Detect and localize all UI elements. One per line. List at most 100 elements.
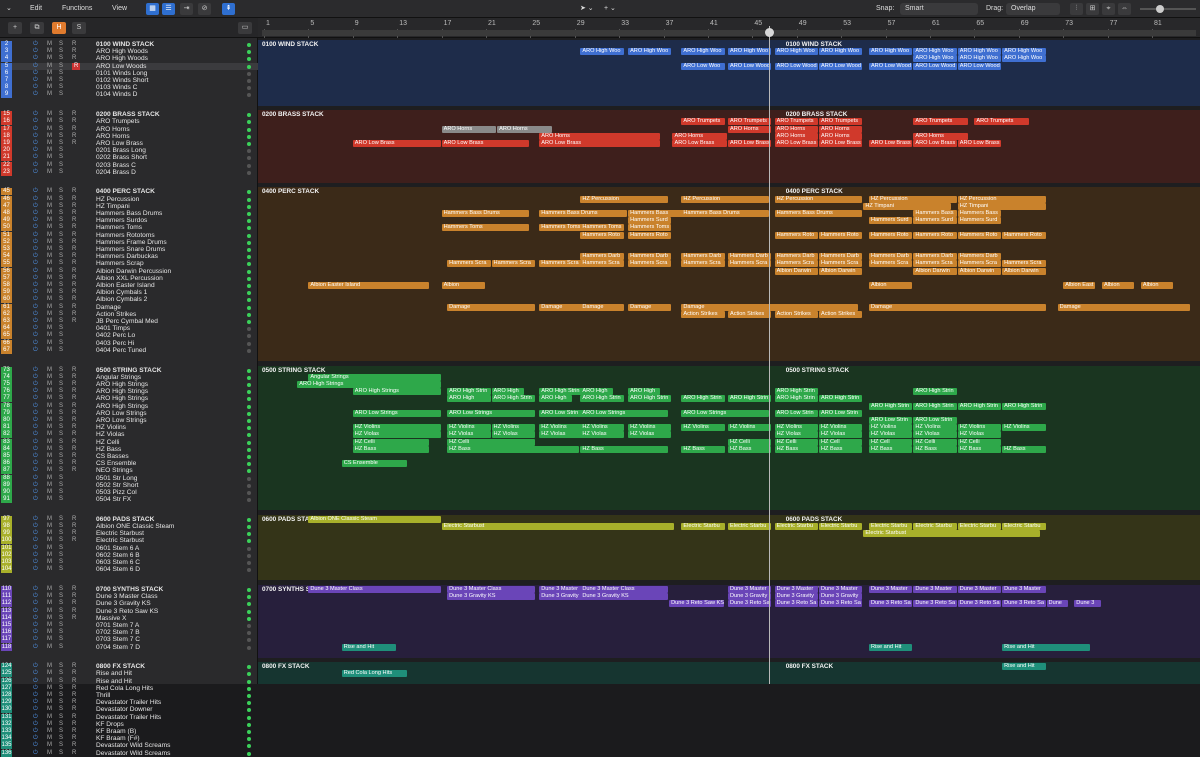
region[interactable]: ARO Trumpets — [681, 118, 725, 126]
region[interactable]: ARO Low Strings — [447, 409, 535, 417]
region[interactable]: Dune 3 Master — [957, 585, 1002, 593]
track-row[interactable]: 81 ⏻ M S R HZ Violins — [0, 424, 258, 432]
track-row[interactable]: 87 ⏻ M S R NEO Strings — [0, 467, 258, 475]
track-row[interactable]: 50 ⏻ M S R Hammers Toms — [0, 224, 258, 232]
region[interactable]: ARO Low Strings — [352, 409, 441, 417]
record-button[interactable]: R — [72, 692, 76, 699]
solo-button[interactable]: S — [59, 750, 63, 757]
power-icon[interactable]: ⏻ — [33, 742, 38, 749]
power-icon[interactable]: ⏻ — [33, 417, 38, 424]
track-row[interactable]: 23 ⏻ M S 0204 Brass D — [0, 168, 258, 176]
track-row[interactable]: 66 ⏻ M S 0403 Perc Hi — [0, 339, 258, 347]
region[interactable]: ARO High Woo — [727, 48, 772, 56]
list-view-icon[interactable]: ☰ — [162, 3, 175, 15]
region[interactable]: ARO High Strings — [297, 380, 441, 388]
track-row[interactable]: 135 ⏻ M S R Devastator Wild Screams — [0, 742, 258, 750]
region[interactable]: Hammers Toms — [441, 224, 530, 232]
power-icon[interactable]: ⏻ — [33, 311, 38, 318]
mute-button[interactable]: M — [47, 410, 52, 417]
power-icon[interactable]: ⏻ — [33, 523, 38, 530]
region[interactable]: Hammers Roto — [580, 231, 624, 239]
mute-button[interactable]: M — [47, 41, 52, 48]
power-icon[interactable]: ⏻ — [33, 381, 38, 388]
region[interactable]: HZ Violins — [1002, 424, 1046, 432]
track-row[interactable]: 130 ⏻ M S R Devastator Downer — [0, 706, 258, 714]
region[interactable]: Electric Starbu — [1002, 523, 1046, 530]
record-button[interactable]: R — [72, 431, 76, 438]
mute-button[interactable]: M — [47, 636, 52, 643]
flex-tool-icon[interactable]: ⇥ — [180, 3, 193, 15]
solo-button[interactable]: S — [59, 169, 63, 176]
solo-button[interactable]: S — [59, 482, 63, 489]
record-button[interactable]: R — [72, 260, 76, 267]
track-row[interactable]: 112 ⏻ M S R Dune 3 Gravity KS — [0, 600, 258, 608]
solo-button[interactable]: S — [59, 203, 63, 210]
solo-button[interactable]: S — [59, 446, 63, 453]
region[interactable]: HZ Violins — [352, 424, 441, 432]
zoom-slider[interactable] — [1140, 8, 1196, 10]
record-button[interactable]: R — [72, 586, 76, 593]
region[interactable]: Dune 3 Reto Sa — [913, 600, 957, 608]
region[interactable]: ARO High Strin — [491, 395, 535, 403]
track-row[interactable]: 2 ⏻ M S R 0100 WIND STACK — [0, 41, 258, 48]
track-row[interactable]: 79 ⏻ M S R ARO Low Strings — [0, 409, 258, 417]
region[interactable]: HZ Violins — [957, 424, 1002, 432]
split-view-icon[interactable]: ⇔ — [1118, 3, 1131, 15]
track-row[interactable]: 53 ⏻ M S R Hammers Snare Drums — [0, 246, 258, 253]
region[interactable]: Dune 3 Gravity — [774, 593, 818, 601]
solo-button[interactable]: S — [59, 735, 63, 742]
track-row[interactable]: 89 ⏻ M S 0502 Str Short — [0, 481, 258, 489]
record-button[interactable]: R — [72, 48, 76, 55]
track-row[interactable]: 115 ⏻ M S 0701 Stem 7 A — [0, 621, 258, 629]
solo-button[interactable]: S — [59, 318, 63, 325]
region[interactable]: Albion ONE Classic Steam — [308, 515, 441, 523]
solo-button[interactable]: S — [59, 559, 63, 566]
region[interactable]: ARO Trumpets — [974, 118, 1029, 126]
region[interactable]: Albion Darwin — [1002, 267, 1046, 275]
region[interactable]: Albion — [1140, 282, 1174, 289]
solo-button[interactable]: S — [59, 70, 63, 77]
track-row[interactable]: 110 ⏻ M S R 0700 SYNTHS STACK — [0, 585, 258, 593]
track-row[interactable]: 84 ⏻ M S R HZ Bass — [0, 445, 258, 453]
region[interactable]: HZ Violins — [774, 424, 818, 432]
region[interactable]: ARO High Strin — [913, 388, 957, 396]
track-row[interactable]: 57 ⏻ M S R Albion XXL Percussion — [0, 274, 258, 282]
region[interactable]: ARO Low Brass — [957, 139, 1002, 147]
region[interactable]: Hammers Darb — [957, 253, 1002, 261]
record-button[interactable]: R — [72, 62, 81, 70]
global-solo-button[interactable]: S — [72, 22, 86, 34]
mute-button[interactable]: M — [47, 600, 52, 607]
record-button[interactable]: R — [72, 395, 76, 402]
region[interactable]: Hammers Bass Drums — [774, 210, 863, 217]
region[interactable]: ARO High — [447, 395, 491, 403]
mute-button[interactable]: M — [47, 750, 52, 757]
region[interactable]: HZ Violas — [868, 431, 913, 439]
region[interactable]: Action Strikes — [681, 310, 725, 318]
mute-button[interactable]: M — [47, 268, 52, 275]
region[interactable]: Dune 3 Gravity — [819, 593, 863, 601]
region[interactable]: HZ Bass — [681, 445, 725, 453]
mute-button[interactable]: M — [47, 692, 52, 699]
record-button[interactable]: R — [72, 699, 76, 706]
region[interactable]: HZ Percussion — [868, 195, 957, 203]
region[interactable]: Dune 3 Gravity — [539, 593, 583, 601]
power-icon[interactable]: ⏻ — [33, 403, 38, 410]
solo-button[interactable]: S — [59, 552, 63, 559]
track-row[interactable]: 113 ⏻ M S R Dune 3 Reto Saw KS — [0, 607, 258, 615]
track-row[interactable]: 82 ⏻ M S R HZ Violas — [0, 431, 258, 439]
mute-button[interactable]: M — [47, 608, 52, 615]
region[interactable]: Red Cola Long Hits — [341, 670, 408, 678]
mute-button[interactable]: M — [47, 296, 52, 303]
region[interactable]: Hammers Bass Drums — [681, 210, 770, 217]
region[interactable]: Hammers Darb — [628, 253, 672, 261]
region[interactable]: HZ Cell — [868, 438, 913, 446]
track-row[interactable]: 65 ⏻ M S 0402 Perc Lo — [0, 332, 258, 340]
region[interactable]: Dune 3 Reto Sa — [868, 600, 913, 608]
power-icon[interactable]: ⏻ — [33, 367, 38, 374]
mute-button[interactable]: M — [47, 482, 52, 489]
mute-button[interactable]: M — [47, 217, 52, 224]
track-row[interactable]: 90 ⏻ M S 0503 Pizz Col — [0, 488, 258, 496]
power-icon[interactable]: ⏻ — [33, 431, 38, 438]
mute-button[interactable]: M — [47, 84, 52, 91]
region[interactable]: Hammers Scra — [957, 260, 1002, 268]
